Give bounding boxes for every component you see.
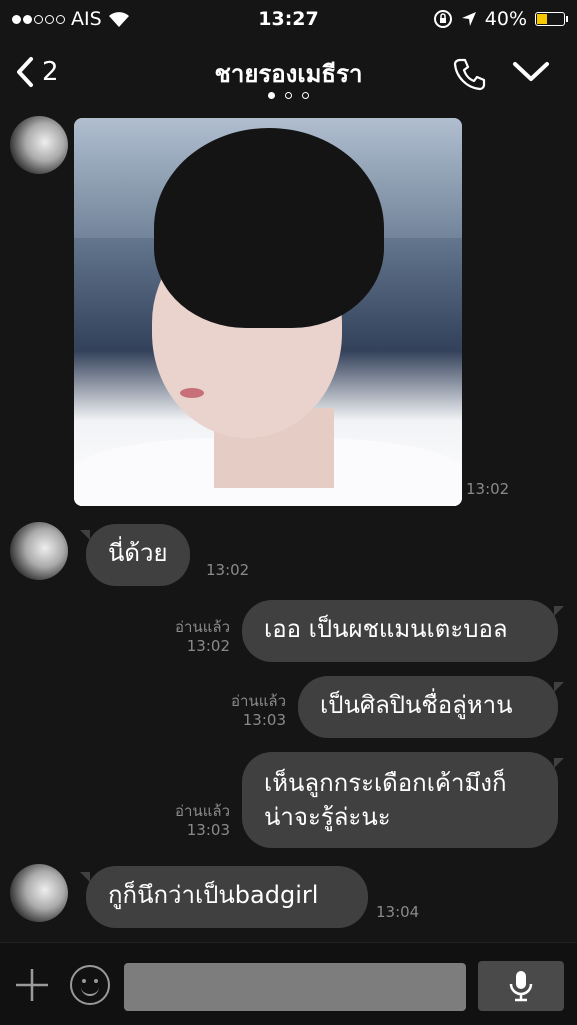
avatar[interactable] [10, 116, 68, 174]
outgoing-message-bubble[interactable]: เออ เป็นผชแมนเตะบอล [242, 600, 564, 662]
rotation-lock-icon [433, 10, 452, 28]
message-time: 13:02 [186, 637, 230, 655]
message-time: 13:02 [206, 561, 250, 579]
emoji-button[interactable] [70, 965, 110, 1005]
chevron-down-icon[interactable] [512, 60, 550, 84]
plus-icon[interactable] [14, 967, 50, 1003]
message-time: 13:03 [186, 821, 230, 839]
outgoing-message-bubble[interactable]: เป็นศิลปินชื่อลู่หาน [298, 676, 564, 738]
shared-photo[interactable] [74, 118, 462, 506]
battery-icon [535, 12, 568, 26]
voice-message-button[interactable] [478, 961, 564, 1011]
battery-percent: 40% [484, 8, 527, 30]
read-receipt: อ่านแล้ว 13:02 [150, 618, 230, 656]
message-input[interactable] [124, 963, 466, 1011]
avatar[interactable] [10, 864, 68, 922]
status-bar: AIS 13:27 40% [0, 0, 577, 40]
read-label: อ่านแล้ว [175, 618, 230, 636]
outgoing-message-bubble[interactable]: เห็นลูกกระเดือกเค้ามึงก็ น่าจะรู้ล่ะนะ [242, 752, 564, 848]
message-time: 13:02 [466, 480, 510, 498]
read-label: อ่านแล้ว [175, 802, 230, 820]
phone-call-icon[interactable] [452, 56, 488, 92]
location-arrow-icon [461, 12, 476, 26]
message-line: น่าจะรู้ล่ะนะ [264, 803, 391, 831]
input-bar [0, 942, 577, 1025]
page-dot [285, 92, 292, 99]
read-receipt: อ่านแล้ว 13:03 [206, 692, 286, 730]
incoming-message-bubble[interactable]: กูก็นึกว่าเป็นbadgirl [80, 866, 368, 928]
read-label: อ่านแล้ว [231, 692, 286, 710]
page-indicator [0, 92, 577, 99]
chat-title: ชายรองเมธีรา [214, 60, 363, 88]
incoming-message-bubble[interactable]: นี่ด้วย [80, 524, 190, 586]
avatar[interactable] [10, 522, 68, 580]
message-time: 13:03 [242, 711, 286, 729]
chat-header: 2 ชายรองเมธีรา [0, 40, 577, 112]
microphone-icon [509, 971, 533, 1002]
message-line: เห็นลูกกระเดือกเค้ามึงก็ [264, 769, 507, 797]
page-dot [302, 92, 309, 99]
message-time: 13:04 [376, 903, 420, 921]
page-dot [268, 92, 275, 99]
read-receipt: อ่านแล้ว 13:03 [150, 802, 230, 840]
